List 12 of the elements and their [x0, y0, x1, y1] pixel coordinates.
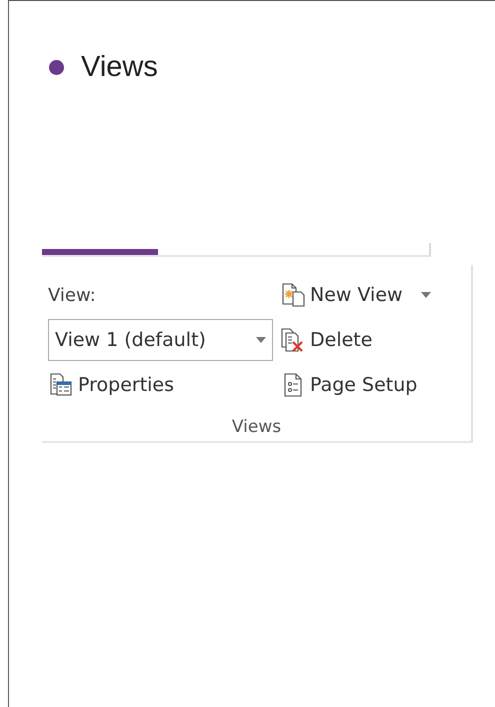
caret-icon	[256, 337, 266, 343]
delete-page-icon	[280, 327, 306, 353]
section-title: Views	[81, 50, 158, 84]
new-page-icon	[280, 282, 306, 308]
new-view-button[interactable]: New View	[280, 275, 470, 315]
delete-button[interactable]: Delete	[280, 320, 470, 360]
view-dropdown[interactable]: View 1 (default)	[48, 319, 273, 361]
properties-icon	[48, 372, 74, 398]
properties-button[interactable]: Properties	[48, 365, 280, 405]
view-label: View:	[48, 284, 97, 308]
group-label: Views	[230, 416, 282, 439]
page-setup-button[interactable]: Page Setup	[280, 365, 470, 405]
